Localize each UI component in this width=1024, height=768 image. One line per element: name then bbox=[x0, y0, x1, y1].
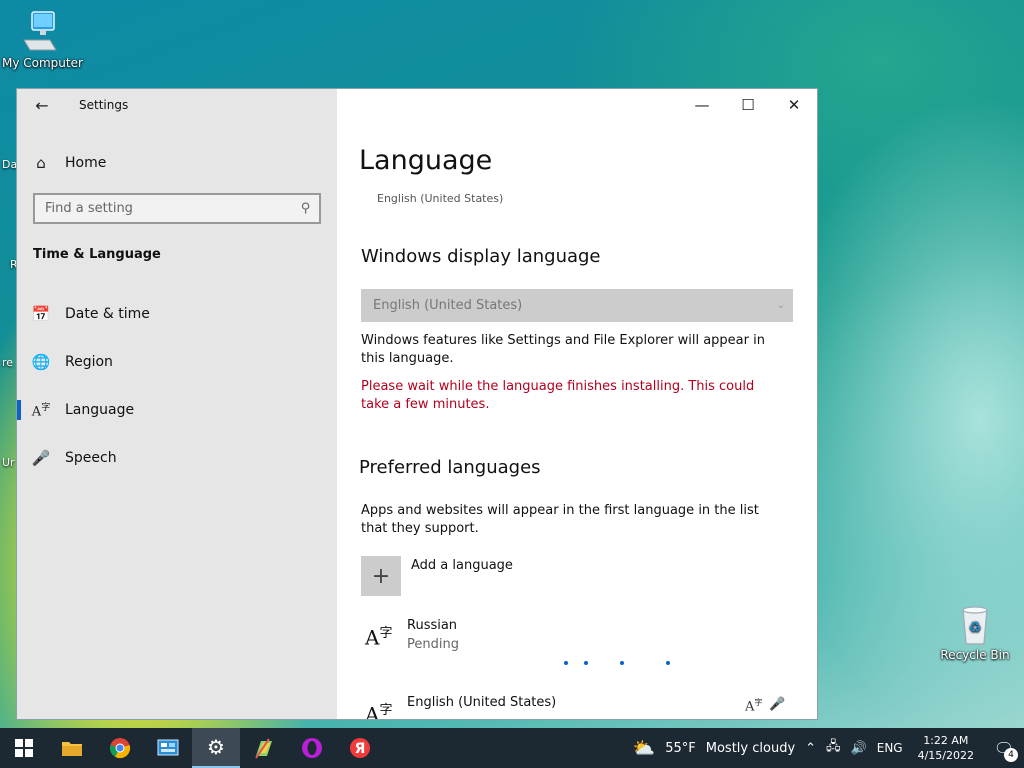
settings-window: ← Settings ⌂ Home ⚲ Time & Language 📅 Da… bbox=[16, 88, 818, 720]
back-arrow-icon[interactable]: ← bbox=[31, 95, 53, 117]
desktop-partial-label: Ur bbox=[2, 456, 15, 469]
search-input[interactable] bbox=[45, 201, 302, 216]
chevron-down-icon: ⌄ bbox=[776, 300, 785, 311]
sidebar-item-label: Speech bbox=[65, 450, 117, 466]
weather-condition[interactable]: Mostly cloudy bbox=[706, 741, 795, 756]
language-icon: A字 bbox=[365, 702, 393, 720]
volume-icon[interactable]: 🔊 bbox=[851, 741, 867, 756]
gear-icon: ⚙ bbox=[207, 735, 225, 759]
search-box[interactable]: ⚲ bbox=[33, 193, 321, 224]
desktop-partial-label: Da bbox=[2, 158, 18, 171]
microphone-icon: 🎤 bbox=[31, 449, 51, 467]
sidebar-item-date-time[interactable]: 📅 Date & time bbox=[17, 294, 337, 334]
globe-icon: 🌐 bbox=[31, 353, 51, 371]
recycle-bin-icon: ♻ bbox=[962, 606, 988, 645]
language-item-russian[interactable]: A字 Russian Pending bbox=[361, 618, 793, 664]
language-icon: A字 bbox=[31, 403, 51, 420]
notification-button[interactable]: 🗨 4 bbox=[984, 739, 1024, 762]
system-tray: ⛅ 55°F Mostly cloudy ⌃ 🖧 🔊 ENG 1:22 AM 4… bbox=[628, 728, 1024, 768]
sidebar-item-region[interactable]: 🌐 Region bbox=[17, 342, 337, 382]
close-button[interactable]: ✕ bbox=[771, 89, 817, 121]
recycle-bin-desktop-icon[interactable]: ♻ Recycle Bin bbox=[938, 602, 1012, 662]
control-panel-icon bbox=[157, 739, 179, 756]
sidebar-item-label: Language bbox=[65, 402, 135, 418]
clock[interactable]: 1:22 AM 4/15/2022 bbox=[918, 733, 974, 763]
clock-time: 1:22 AM bbox=[923, 734, 969, 747]
language-name: English (United States) bbox=[407, 695, 557, 710]
start-button[interactable] bbox=[0, 728, 48, 768]
minimize-button[interactable]: — bbox=[679, 89, 725, 121]
network-icon[interactable]: 🖧 bbox=[826, 737, 841, 759]
sidebar-item-label: Date & time bbox=[65, 306, 150, 322]
taskbar-settings[interactable]: ⚙ bbox=[192, 728, 240, 768]
my-computer-label: My Computer bbox=[2, 56, 83, 70]
input-language[interactable]: ENG bbox=[877, 741, 903, 755]
preferred-languages-description: Apps and websites will appear in the fir… bbox=[361, 503, 759, 536]
taskbar-file-explorer[interactable] bbox=[48, 728, 96, 768]
taskbar-yandex[interactable]: Я bbox=[336, 728, 384, 768]
taskbar-opera[interactable] bbox=[288, 728, 336, 768]
preferred-languages-heading: Preferred languages bbox=[359, 457, 541, 478]
current-language-label: English (United States) bbox=[377, 192, 504, 205]
my-computer-desktop-icon[interactable]: My Computer bbox=[2, 10, 83, 70]
weather-cloud-icon[interactable]: ⛅ bbox=[633, 738, 655, 759]
yandex-icon: Я bbox=[350, 738, 370, 758]
language-icon: A字 bbox=[365, 625, 393, 650]
opera-icon bbox=[302, 738, 322, 758]
search-icon[interactable]: ⚲ bbox=[301, 201, 311, 216]
display-language-description: Windows features like Settings and File … bbox=[361, 333, 765, 366]
home-icon: ⌂ bbox=[36, 154, 46, 172]
progress-dot bbox=[564, 661, 568, 665]
add-language-label: Add a language bbox=[411, 558, 513, 573]
page-title: Language bbox=[359, 145, 493, 176]
progress-dot bbox=[620, 661, 624, 665]
microphone-icon: 🎤 bbox=[769, 697, 786, 712]
chevron-up-icon[interactable]: ⌃ bbox=[805, 741, 816, 756]
taskbar: ⚙ Я ⛅ 55°F Mostly cloudy ⌃ 🖧 🔊 ENG 1:22 … bbox=[0, 728, 1024, 768]
folder-icon bbox=[62, 742, 82, 756]
display-language-select[interactable]: English (United States) ⌄ bbox=[361, 289, 793, 322]
language-status: Pending bbox=[407, 637, 459, 652]
display-language-feature-icon: A字 bbox=[745, 698, 763, 715]
language-item-english[interactable]: A字 English (United States) A字 🎤 bbox=[361, 695, 793, 720]
paint-app-icon bbox=[255, 738, 272, 759]
windows-logo-icon bbox=[15, 739, 33, 757]
sidebar-item-speech[interactable]: 🎤 Speech bbox=[17, 438, 337, 478]
sidebar-item-label: Region bbox=[65, 354, 113, 370]
display-language-heading: Windows display language bbox=[361, 246, 601, 267]
clock-date: 4/15/2022 bbox=[917, 749, 974, 762]
plus-icon: + bbox=[361, 556, 401, 596]
app-title: Settings bbox=[79, 98, 129, 112]
maximize-button[interactable]: ☐ bbox=[725, 89, 771, 121]
progress-dot bbox=[666, 661, 670, 665]
section-title: Time & Language bbox=[33, 247, 161, 262]
nav-home-label: Home bbox=[65, 155, 107, 171]
taskbar-chrome[interactable] bbox=[96, 728, 144, 768]
computer-icon bbox=[23, 11, 57, 51]
weather-temperature[interactable]: 55°F bbox=[665, 741, 696, 756]
progress-dot bbox=[584, 661, 588, 665]
taskbar-control-panel[interactable] bbox=[144, 728, 192, 768]
add-language-button[interactable]: + Add a language bbox=[361, 556, 513, 596]
notification-badge: 4 bbox=[1004, 747, 1018, 762]
language-name: Russian bbox=[407, 618, 458, 633]
svg-text:Я: Я bbox=[355, 741, 366, 757]
calendar-clock-icon: 📅 bbox=[31, 305, 51, 323]
desktop-partial-label: re bbox=[2, 356, 14, 369]
recycle-bin-label: Recycle Bin bbox=[940, 648, 1010, 662]
svg-text:♻: ♻ bbox=[969, 620, 982, 636]
taskbar-app-paint[interactable] bbox=[240, 728, 288, 768]
display-language-value: English (United States) bbox=[373, 298, 523, 313]
nav-home[interactable]: ⌂ Home bbox=[17, 147, 337, 179]
main-content: — ☐ ✕ Language English (United States) W… bbox=[337, 89, 817, 720]
sidebar: ← Settings ⌂ Home ⚲ Time & Language 📅 Da… bbox=[17, 89, 337, 719]
sidebar-item-language[interactable]: A字 Language bbox=[17, 390, 337, 430]
install-warning: Please wait while the language finishes … bbox=[361, 379, 755, 412]
chrome-icon bbox=[109, 738, 131, 759]
